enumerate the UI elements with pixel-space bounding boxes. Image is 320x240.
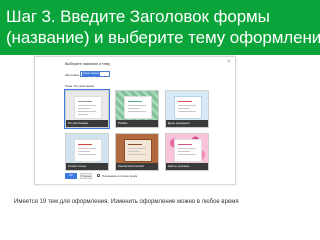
theme-preview	[166, 91, 208, 121]
preview-card	[74, 96, 102, 119]
preview-card	[174, 96, 202, 119]
form-name-input[interactable]: Новая форма	[80, 71, 110, 77]
dialog-title: Выберите название и тему	[65, 62, 110, 66]
theme-preview	[116, 134, 158, 164]
close-icon[interactable]: ×	[227, 60, 230, 65]
theme-tile-label: Киноклассический	[116, 163, 158, 170]
theme-tile-label: День рождения	[166, 120, 208, 127]
theme-preview	[116, 91, 158, 121]
show-in-list-checkbox[interactable]	[97, 174, 100, 177]
cancel-button[interactable]: Отмена	[80, 173, 92, 179]
theme-tile-label: Ромбы	[116, 120, 158, 127]
theme-tile[interactable]: День рождения	[165, 90, 209, 128]
slide-footer-note: Имеется 19 тем для оформления. Изменить …	[14, 199, 239, 205]
preview-card	[124, 139, 152, 162]
checkbox-label: Показывать в списке форм	[102, 173, 138, 178]
title-banner: Шаг 3. Введите Заголовок формы (название…	[0, 0, 320, 55]
theme-preview	[66, 91, 108, 121]
name-label: Заголовок	[65, 73, 80, 77]
theme-dialog-screenshot: Выберите название и тему × Заголовок Нов…	[34, 56, 236, 185]
form-name-value: Новая форма	[82, 72, 101, 76]
theme-preview	[66, 134, 108, 164]
preview-card	[74, 139, 102, 162]
preview-card	[124, 96, 152, 119]
slide-title-line-2: (название) и выберите тему оформления	[6, 28, 320, 47]
theme-tile[interactable]: Синие птицы	[65, 133, 109, 171]
theme-preview	[166, 134, 208, 164]
theme-tile[interactable]: Киноклассический	[115, 133, 159, 171]
theme-tile-label: Синие птицы	[66, 163, 108, 170]
theme-tile[interactable]: По умолчанию	[64, 89, 110, 129]
ok-button[interactable]: ОК	[65, 173, 77, 179]
slide-title-line-1: Шаг 3. Введите Заголовок формы	[6, 7, 270, 26]
theme-tile[interactable]: Ромбы	[115, 90, 159, 128]
theme-tile[interactable]: Цветы розовые	[165, 133, 209, 171]
theme-tile-label: Цветы розовые	[166, 163, 208, 170]
theme-label: Тема: По умолчанию	[65, 84, 95, 88]
theme-tile-label: По умолчанию	[66, 120, 108, 127]
preview-card	[174, 139, 202, 162]
